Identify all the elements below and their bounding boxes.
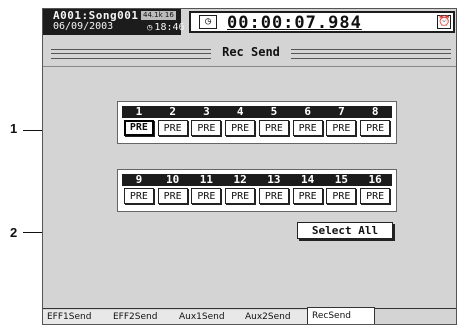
counter-value: 00:00:07.984 xyxy=(227,13,362,33)
pre-button-ch2[interactable]: PRE xyxy=(157,120,188,136)
clock-icon: ◷ xyxy=(147,23,153,33)
alarm-clock-icon[interactable]: ⏰ xyxy=(437,15,451,29)
callout-2: 2 xyxy=(10,225,18,240)
tab-bar: EFF1Send EFF2Send Aux1Send Aux2Send RecS… xyxy=(43,307,456,324)
channel-number: 14 xyxy=(301,173,315,186)
pre-button-ch9[interactable]: PRE xyxy=(123,188,154,204)
page-title-row: Rec Send xyxy=(51,45,451,61)
pre-button-row: PRE PRE PRE PRE PRE PRE PRE PRE xyxy=(122,120,392,136)
pre-button-ch11[interactable]: PRE xyxy=(191,188,222,204)
channel-grid-9-16: 9 10 11 12 13 14 15 16 PRE PRE PRE PRE P… xyxy=(117,169,397,212)
channel-number: 2 xyxy=(169,105,176,118)
select-all-button[interactable]: Select All xyxy=(297,222,393,239)
channel-number: 16 xyxy=(368,173,382,186)
channel-number: 15 xyxy=(334,173,348,186)
divider xyxy=(43,66,456,67)
pre-button-ch7[interactable]: PRE xyxy=(326,120,357,136)
channel-number: 11 xyxy=(199,173,213,186)
pre-button-ch10[interactable]: PRE xyxy=(157,188,188,204)
pre-button-ch14[interactable]: PRE xyxy=(292,188,323,204)
channel-number: 4 xyxy=(236,105,244,118)
sample-rate-badge: 44.1k 16 xyxy=(141,11,176,20)
pre-button-ch5[interactable]: PRE xyxy=(258,120,289,136)
timer-icon[interactable]: ◷ xyxy=(199,15,217,29)
pre-button-row: PRE PRE PRE PRE PRE PRE PRE PRE xyxy=(122,188,392,204)
pre-button-ch4[interactable]: PRE xyxy=(225,120,256,136)
pre-button-ch3[interactable]: PRE xyxy=(191,120,222,136)
channel-number-row: 1 2 3 4 5 6 7 8 xyxy=(122,106,392,118)
tab-eff2send[interactable]: EFF2Send xyxy=(109,310,176,324)
channel-number: 5 xyxy=(270,105,278,118)
time-counter: ◷ 00:00:07.984 ⏰ xyxy=(189,11,455,33)
pre-button-ch13[interactable]: PRE xyxy=(258,188,289,204)
channel-number: 9 xyxy=(135,173,143,186)
channel-grid-1-8: 1 2 3 4 5 6 7 8 PRE PRE PRE PRE PRE PRE … xyxy=(117,101,397,144)
channel-number: 12 xyxy=(233,173,247,186)
pre-button-ch15[interactable]: PRE xyxy=(326,188,357,204)
pre-button-ch6[interactable]: PRE xyxy=(292,120,323,136)
channel-number: 7 xyxy=(338,105,345,118)
tab-aux1send[interactable]: Aux1Send xyxy=(175,310,242,324)
pre-button-ch16[interactable]: PRE xyxy=(360,188,391,204)
channel-number: 1 xyxy=(135,105,143,118)
channel-number: 13 xyxy=(267,173,281,186)
song-info-panel: A001:Song001 06/09/2003 44.1k 16 ◷ 18:46 xyxy=(43,9,185,35)
channel-number-row: 9 10 11 12 13 14 15 16 xyxy=(122,174,392,186)
channel-number: 3 xyxy=(203,105,210,118)
channel-number: 6 xyxy=(304,105,311,118)
pre-button-ch8[interactable]: PRE xyxy=(360,120,391,136)
pre-button-ch1[interactable]: PRE xyxy=(123,120,154,136)
current-time: ◷ 18:46 xyxy=(147,22,185,33)
callout-1: 1 xyxy=(10,121,18,136)
time-text: 18:46 xyxy=(154,22,185,33)
song-date: 06/09/2003 xyxy=(53,21,114,32)
page-title: Rec Send xyxy=(222,45,280,59)
channel-number: 10 xyxy=(166,173,180,186)
pre-button-ch12[interactable]: PRE xyxy=(225,188,256,204)
channel-number: 8 xyxy=(371,105,379,118)
rec-send-screen: A001:Song001 06/09/2003 44.1k 16 ◷ 18:46 … xyxy=(42,8,457,325)
tab-recsend[interactable]: RecSend xyxy=(307,307,375,324)
tab-aux2send[interactable]: Aux2Send xyxy=(241,310,308,324)
tab-eff1send[interactable]: EFF1Send xyxy=(43,310,110,324)
